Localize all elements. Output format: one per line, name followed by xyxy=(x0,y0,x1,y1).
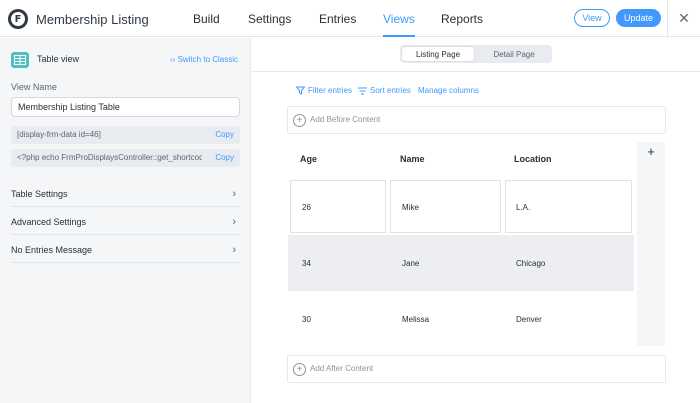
app-title: Membership Listing xyxy=(36,12,149,27)
filter-entries-label: Filter entries xyxy=(308,86,353,95)
accordion-label: Advanced Settings xyxy=(11,217,87,227)
header-divider xyxy=(667,0,668,37)
php-code-text: <?php echo FrmProDisplaysController::get… xyxy=(17,153,202,162)
accordion-table-settings[interactable]: Table Settings › xyxy=(11,180,240,207)
plus-circle-icon: + xyxy=(293,114,306,127)
top-header: F Membership Listing Build Settings Entr… xyxy=(0,0,700,37)
add-before-content-label: Add Before Content xyxy=(310,115,381,124)
nav-tab-entries[interactable]: Entries xyxy=(319,0,356,37)
row-3-age: 30 xyxy=(302,315,311,324)
add-column-strip: + xyxy=(637,142,665,346)
nav-tab-build[interactable]: Build xyxy=(193,0,220,37)
row-3-name: Melissa xyxy=(402,315,430,324)
row-2-location: Chicago xyxy=(516,259,546,268)
row-3-location: Denver xyxy=(516,315,542,324)
add-after-content-box[interactable]: + Add After Content xyxy=(287,355,666,383)
filter-entries-link[interactable]: Filter entries xyxy=(296,86,352,95)
nav-tab-settings[interactable]: Settings xyxy=(248,0,291,37)
switch-to-classic-link[interactable]: ‹› Switch to Classic xyxy=(170,55,238,64)
copy-shortcode-button[interactable]: Copy xyxy=(215,126,234,144)
logo-glyph: F xyxy=(11,12,25,26)
accordion-label: Table Settings xyxy=(11,189,68,199)
settings-sidebar: Table view ‹› Switch to Classic View Nam… xyxy=(0,38,251,403)
add-after-content-label: Add After Content xyxy=(310,364,374,373)
subtab-listing-page[interactable]: Listing Page xyxy=(402,47,474,61)
nav-tab-views[interactable]: Views xyxy=(383,0,415,37)
code-brackets-icon: ‹› xyxy=(170,55,176,64)
copy-php-button[interactable]: Copy xyxy=(215,149,234,167)
column-header-name[interactable]: Name xyxy=(400,154,425,164)
manage-columns-link[interactable]: Manage columns xyxy=(418,86,479,95)
row-2-age: 34 xyxy=(302,259,311,268)
accordion-no-entries-message[interactable]: No Entries Message › xyxy=(11,236,240,263)
table-grid-icon xyxy=(11,52,29,68)
accordion-label: No Entries Message xyxy=(11,245,93,255)
formidable-logo-icon[interactable]: F xyxy=(8,9,28,29)
shortcode-box: [display-frm-data id=46] Copy xyxy=(11,126,240,144)
update-button[interactable]: Update xyxy=(616,9,661,27)
view-button[interactable]: View xyxy=(574,9,610,27)
switch-to-classic-label: Switch to Classic xyxy=(177,55,239,64)
php-code-box: <?php echo FrmProDisplaysController::get… xyxy=(11,149,240,167)
sort-entries-link[interactable]: Sort entries xyxy=(358,86,411,95)
sort-entries-label: Sort entries xyxy=(370,86,411,95)
page-subtabs: Listing Page Detail Page xyxy=(400,45,552,63)
sort-lines-icon xyxy=(358,87,367,94)
chevron-right-icon: › xyxy=(232,216,236,228)
funnel-icon xyxy=(296,86,305,95)
column-header-age[interactable]: Age xyxy=(300,154,317,164)
shortcode-text: [display-frm-data id=46] xyxy=(17,130,101,139)
row-2-name: Jane xyxy=(402,259,420,268)
row-1-location: L.A. xyxy=(516,203,531,212)
table-row[interactable] xyxy=(288,291,634,347)
accordion-advanced-settings[interactable]: Advanced Settings › xyxy=(11,208,240,235)
view-type-title: Table view xyxy=(37,54,80,64)
plus-circle-icon: + xyxy=(293,363,306,376)
close-icon[interactable]: ✕ xyxy=(676,9,692,27)
add-column-plus-icon[interactable]: + xyxy=(637,144,665,159)
column-header-location[interactable]: Location xyxy=(514,154,552,164)
chevron-right-icon: › xyxy=(232,244,236,256)
add-before-content-box[interactable]: + Add Before Content xyxy=(287,106,666,134)
row-1-age: 26 xyxy=(302,203,311,212)
row-1-name: Mike xyxy=(402,203,419,212)
table-row[interactable] xyxy=(288,235,634,291)
view-editor-canvas: Listing Page Detail Page Filter entries … xyxy=(252,38,700,403)
view-name-input[interactable] xyxy=(11,97,240,117)
subtab-detail-page[interactable]: Detail Page xyxy=(478,47,550,61)
chevron-right-icon: › xyxy=(232,188,236,200)
subtabs-bar: Listing Page Detail Page xyxy=(252,38,700,72)
nav-tab-reports[interactable]: Reports xyxy=(441,0,483,37)
view-name-label: View Name xyxy=(11,82,57,92)
